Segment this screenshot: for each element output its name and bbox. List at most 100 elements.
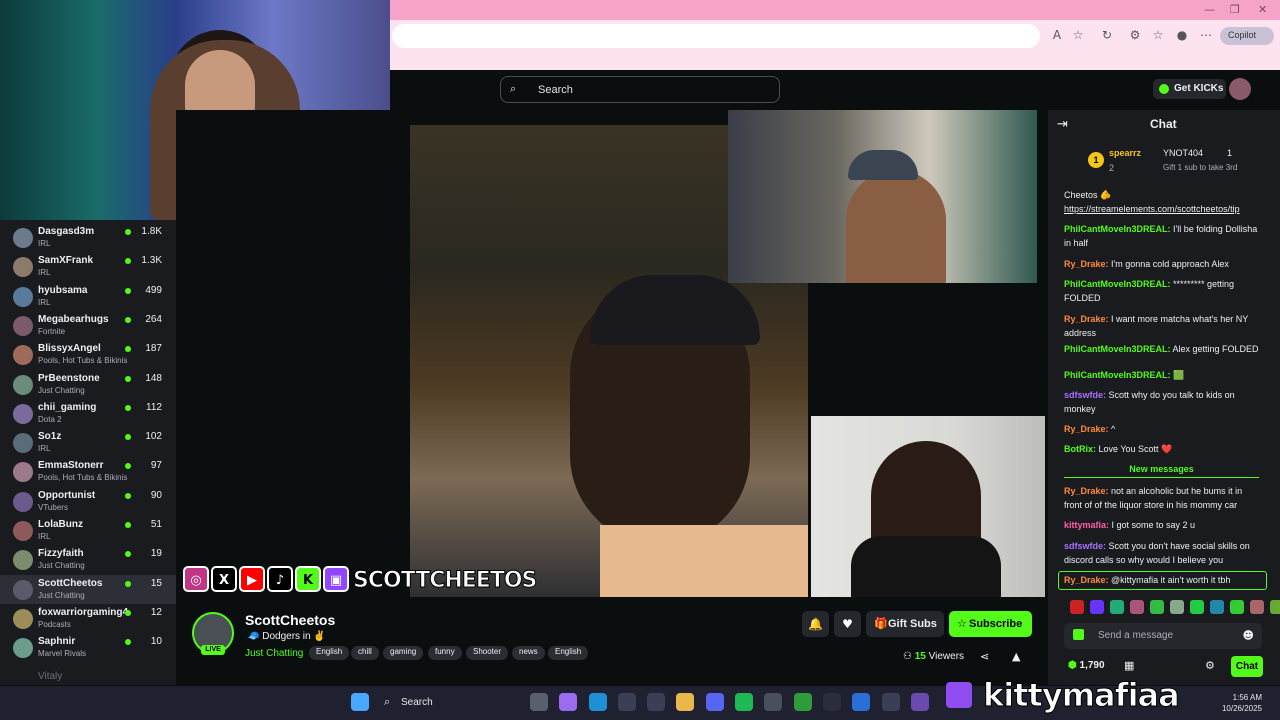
- sidebar-channel-dasgasd3m[interactable]: Dasgasd3m IRL 1.8K: [0, 223, 176, 252]
- sidebar-channel-foxwarriorgaming4[interactable]: foxwarriorgaming4 Podcasts 12: [0, 604, 176, 633]
- collapse-chat-icon[interactable]: ⇥: [1057, 117, 1068, 132]
- emote-icon[interactable]: [1210, 600, 1224, 614]
- chat-input[interactable]: Send a message ☻: [1064, 623, 1262, 649]
- chat-settings-icon[interactable]: ⚙: [1205, 659, 1215, 672]
- user-avatar[interactable]: [1229, 78, 1251, 100]
- emote-icon[interactable]: [1070, 600, 1084, 614]
- notification-bell-button[interactable]: 🔔: [802, 611, 829, 637]
- sidebar-channel-prbeenstone[interactable]: PrBeenstone Just Chatting 148: [0, 370, 176, 399]
- chat-username[interactable]: Ry_Drake:: [1064, 424, 1109, 434]
- xbox-icon[interactable]: [794, 693, 812, 711]
- tag-english-2[interactable]: English: [548, 646, 589, 660]
- app-icon-2[interactable]: [852, 693, 870, 711]
- sidebar-channel-samxfrank[interactable]: SamXFrank IRL 1.3K: [0, 252, 176, 281]
- new-messages-divider[interactable]: New messages: [1064, 464, 1259, 478]
- chat-username[interactable]: PhilCantMoveIn3DREAL:: [1064, 224, 1171, 234]
- favorite-star-icon[interactable]: ☆: [1071, 28, 1085, 42]
- tag-english[interactable]: English: [309, 646, 350, 660]
- start-menu-icon[interactable]: [351, 693, 369, 711]
- sidebar-faded-channel[interactable]: Vitaly: [38, 671, 62, 682]
- discord-icon[interactable]: [706, 693, 724, 711]
- app-icon-4[interactable]: [911, 693, 929, 711]
- leaderboard-first-name[interactable]: spearrz: [1109, 148, 1141, 158]
- chat-username[interactable]: PhilCantMoveIn3DREAL:: [1064, 279, 1171, 289]
- sidebar-channel-lolabunz[interactable]: LolaBunz IRL 51: [0, 516, 176, 545]
- chat-username[interactable]: BotRix:: [1064, 444, 1096, 454]
- sidebar-channel-opportunist[interactable]: Opportunist VTubers 90: [0, 487, 176, 516]
- sidebar-channel-megabearhugs[interactable]: Megabearhugs Fortnite 264: [0, 311, 176, 340]
- follow-heart-button[interactable]: ♥: [834, 611, 861, 637]
- channel-name[interactable]: ScottCheetos: [245, 612, 335, 628]
- emote-icon[interactable]: [1230, 600, 1244, 614]
- sidebar-channel-scottcheetos[interactable]: ScottCheetos Just Chatting 15: [0, 574, 176, 604]
- extensions-icon[interactable]: ⚙: [1128, 28, 1142, 42]
- leaderboard-second-name[interactable]: YNOT404: [1163, 148, 1203, 158]
- copilot-app-icon[interactable]: [559, 693, 577, 711]
- sidebar-channel-blissyxangel[interactable]: BlissyxAngel Pools, Hot Tubs & Bikinis 187: [0, 340, 176, 369]
- edge-icon[interactable]: [589, 693, 607, 711]
- chat-username[interactable]: PhilCantMoveIn3DREAL:: [1064, 344, 1171, 354]
- sidebar-channel-hyubsama[interactable]: hyubsama IRL 499: [0, 282, 176, 311]
- refresh-icon[interactable]: ↻: [1100, 28, 1114, 42]
- settings-app-icon[interactable]: [764, 693, 782, 711]
- spotify-icon[interactable]: [735, 693, 753, 711]
- stream-category-link[interactable]: Just Chatting: [245, 648, 303, 659]
- channel-points[interactable]: ⬢ 1,790: [1068, 660, 1105, 671]
- chat-username[interactable]: sdfswfde:: [1064, 541, 1106, 551]
- emote-icon[interactable]: [1190, 600, 1204, 614]
- copilot-button[interactable]: Copilot: [1220, 27, 1274, 45]
- report-icon[interactable]: ▲: [1012, 650, 1020, 663]
- sidebar-channel-chii_gaming[interactable]: chii_gaming Dota 2 112: [0, 399, 176, 428]
- chat-username[interactable]: PhilCantMoveIn3DREAL:: [1064, 370, 1171, 380]
- favorites-icon[interactable]: ☆: [1151, 28, 1165, 42]
- taskbar-search[interactable]: ⌕ Search: [378, 693, 518, 715]
- sidebar-channel-fizzyfaith[interactable]: Fizzyfaith Just Chatting 19: [0, 545, 176, 574]
- sidebar-channel-saphnir[interactable]: Saphnir Marvel Rivals 10: [0, 633, 176, 662]
- search-input[interactable]: ⌕ Search: [500, 76, 780, 103]
- viewers-number: 15: [914, 651, 926, 662]
- profile-icon[interactable]: ●: [1175, 28, 1189, 42]
- chat-username[interactable]: sdfswfde:: [1064, 390, 1106, 400]
- maximize-icon[interactable]: ❐: [1230, 3, 1240, 16]
- tag-funny[interactable]: funny: [428, 646, 462, 660]
- channel-category: Dota 2: [38, 414, 62, 424]
- tag-shooter[interactable]: Shooter: [466, 646, 509, 660]
- emote-icon[interactable]: [1090, 600, 1104, 614]
- emote-icon[interactable]: [1250, 600, 1264, 614]
- chat-username[interactable]: kittymafia:: [1064, 520, 1109, 530]
- store-icon[interactable]: ▦: [1124, 659, 1134, 672]
- send-chat-button[interactable]: Chat: [1231, 656, 1263, 677]
- sidebar-channel-emmastonerr[interactable]: EmmaStonerr Pools, Hot Tubs & Bikinis 97: [0, 457, 176, 486]
- task-view-icon[interactable]: [530, 693, 548, 711]
- emote-icon[interactable]: [1150, 600, 1164, 614]
- get-kicks-button[interactable]: Get KICKs: [1153, 79, 1226, 99]
- gift-subs-button[interactable]: 🎁 Gift Subs: [866, 611, 944, 637]
- more-menu-icon[interactable]: ⋯: [1199, 28, 1213, 42]
- emote-icon[interactable]: [1170, 600, 1184, 614]
- tag-chill[interactable]: chill: [351, 646, 379, 660]
- address-bar[interactable]: [392, 24, 1040, 48]
- file-explorer-icon[interactable]: [676, 693, 694, 711]
- app-icon-3[interactable]: [882, 693, 900, 711]
- subscribe-button[interactable]: ☆ Subscribe: [949, 611, 1032, 637]
- app-icon-1[interactable]: [823, 693, 841, 711]
- chat-username[interactable]: Ry_Drake:: [1064, 314, 1109, 324]
- close-icon[interactable]: ✕: [1258, 3, 1267, 16]
- tag-news[interactable]: news: [512, 646, 545, 660]
- share-icon[interactable]: ⋖: [980, 650, 989, 663]
- store-app-icon[interactable]: [618, 693, 636, 711]
- read-aloud-icon[interactable]: A: [1050, 28, 1064, 42]
- gift-sub-prompt[interactable]: Gift 1 sub to take 3rd: [1163, 163, 1237, 172]
- chat-username[interactable]: Ry_Drake:: [1064, 259, 1109, 269]
- tag-gaming[interactable]: gaming: [383, 646, 424, 660]
- chat-username[interactable]: Ry_Drake:: [1064, 486, 1109, 496]
- maps-icon[interactable]: [647, 693, 665, 711]
- sidebar-channel-so1z[interactable]: So1z IRL 102: [0, 428, 176, 457]
- emote-icon[interactable]: [1130, 600, 1144, 614]
- minimize-icon[interactable]: —: [1204, 3, 1215, 16]
- twitch-overlay-icon: [946, 682, 972, 708]
- system-clock[interactable]: 1:56 AM 10/26/2025: [1218, 692, 1262, 714]
- emote-icon[interactable]: [1110, 600, 1124, 614]
- emoji-icon[interactable]: ☻: [1243, 629, 1254, 642]
- emote-icon[interactable]: [1270, 600, 1280, 614]
